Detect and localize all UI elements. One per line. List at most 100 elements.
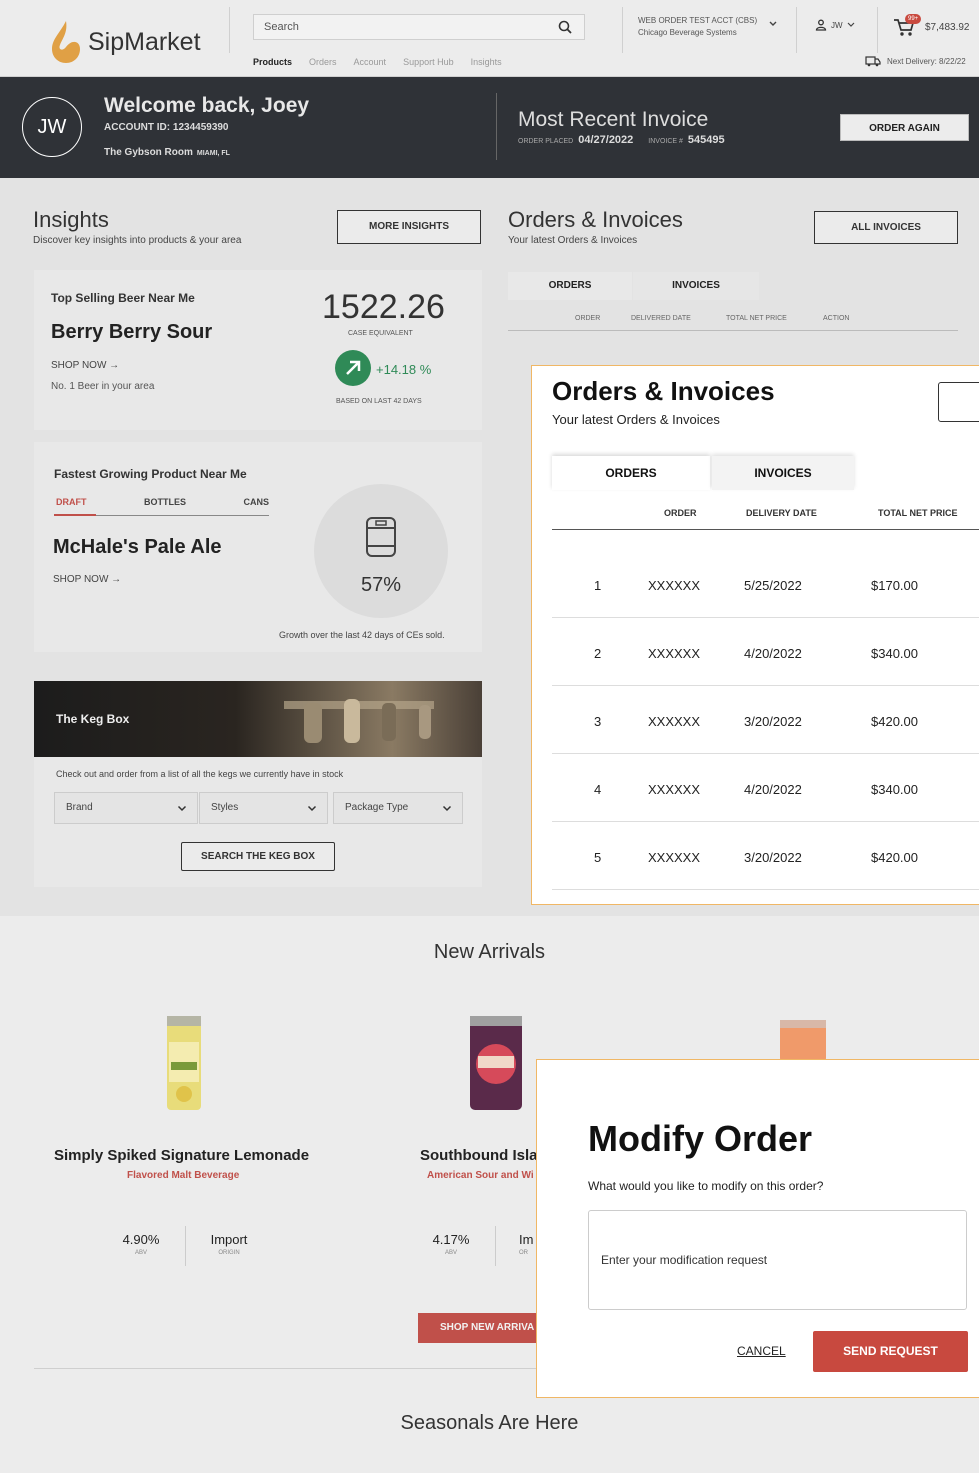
search-input[interactable]: Search [253,14,585,40]
order-id[interactable]: XXXXXX [648,646,700,661]
nav-insights[interactable]: Insights [471,57,502,67]
product-name[interactable]: Southbound Isla [420,1147,538,1164]
cart-button[interactable]: 99+ $7,483.92 [893,14,970,37]
city: MIAMI, FL [196,150,230,157]
dialog-question: What would you like to modify on this or… [588,1179,824,1193]
top-selling-title: Top Selling Beer Near Me [51,291,195,305]
col-delivery-date: DELIVERY DATE [746,508,817,518]
nav-products[interactable]: Products [253,57,292,67]
all-invoices-button[interactable] [938,382,979,422]
rank-text: No. 1 Beer in your area [51,381,155,392]
product-name[interactable]: Simply Spiked Signature Lemonade [54,1147,309,1164]
order-id[interactable]: XXXXXX [648,850,700,865]
tab-orders-bg[interactable]: ORDERS [508,272,632,300]
origin-stat: Import ORIGIN [198,1232,260,1256]
delivery-date: 4/20/2022 [744,782,802,797]
top-product-name[interactable]: Berry Berry Sour [51,321,212,344]
total-price: $340.00 [871,782,918,797]
fastest-growing-card: Fastest Growing Product Near Me DRAFT BO… [34,442,482,652]
divider [495,1226,496,1266]
styles-select[interactable]: Styles [199,792,328,824]
tab-bottles[interactable]: BOTTLES [144,497,186,507]
insights-subtitle: Discover key insights into products & yo… [33,235,242,246]
user-menu[interactable]: JW [815,19,855,31]
truck-icon [865,56,881,67]
chevron-down-icon[interactable] [768,20,778,28]
tab-invoices[interactable]: INVOICES [712,456,854,490]
orders-invoices-popup: Orders & Invoices Your latest Orders & I… [531,365,979,905]
styles-select-label: Styles [211,802,239,813]
chevron-down-icon [307,805,317,812]
order-id[interactable]: XXXXXX [648,714,700,729]
location: The Gybson Room MIAMI, FL [104,147,230,158]
keg-box-banner[interactable]: The Keg Box [34,681,482,757]
col-order: ORDER [664,508,697,518]
delivery-date: 3/20/2022 [744,850,802,865]
search-icon[interactable] [558,20,572,34]
row-number: 1 [594,578,602,593]
nav-orders[interactable]: Orders [309,57,337,67]
divider [877,7,878,53]
table-row[interactable]: 1 XXXXXX 5/25/2022 $170.00 [552,550,979,618]
all-invoices-button[interactable]: ALL INVOICES [814,211,958,244]
table-row[interactable]: 2 XXXXXX 4/20/2022 $340.00 [552,618,979,686]
fastest-product-name[interactable]: McHale's Pale Ale [53,536,222,559]
insights-title: Insights [33,207,109,232]
order-again-button[interactable]: ORDER AGAIN [840,114,969,141]
next-delivery[interactable]: Next Delivery: 8/22/22 [865,56,966,67]
shop-now-link[interactable]: SHOP NOW → [51,360,119,371]
account-id: ACCOUNT ID: 1234459390 [104,122,229,133]
invoice-number[interactable]: 545495 [688,134,725,146]
col-total-net-price: TOTAL NET PRICE [878,508,958,518]
abv-value: 4.17% [432,1232,470,1247]
tab-invoices-bg[interactable]: INVOICES [633,272,759,300]
orders-subtitle: Your latest Orders & Invoices [508,235,638,246]
tab-draft[interactable]: DRAFT [56,497,87,507]
row-number: 4 [594,782,602,797]
chevron-down-icon [847,22,854,27]
divider [552,529,979,530]
order-id[interactable]: XXXXXX [648,782,700,797]
shop-now-label: SHOP NOW [51,360,107,371]
col-total: TOTAL NET PRICE [726,315,787,322]
cancel-button[interactable]: CANCEL [737,1344,786,1358]
more-insights-button[interactable]: MORE INSIGHTS [337,210,481,244]
tab-cans[interactable]: CANS [243,497,269,507]
send-request-button[interactable]: SEND REQUEST [813,1331,968,1372]
delivery-date: 3/20/2022 [744,714,802,729]
growth-percent-value: 57% [360,574,402,596]
shop-now-label: SHOP NOW [53,574,109,585]
case-equivalent-value: 1522.26 [322,288,445,326]
search-keg-box-button[interactable]: SEARCH THE KEG BOX [181,842,335,871]
sipmarket-logo[interactable]: SipMarket [48,19,201,65]
account-company: Chicago Beverage Systems [638,28,737,37]
product-type: Flavored Malt Beverage [127,1170,240,1181]
shop-now-link[interactable]: SHOP NOW → [53,574,121,585]
delivery-date: 5/25/2022 [744,578,802,593]
row-number: 5 [594,850,602,865]
room-name: The Gybson Room [104,147,193,158]
tab-orders[interactable]: ORDERS [552,456,710,490]
modification-request-input[interactable]: Enter your modification request [588,1210,967,1310]
nav-support-hub[interactable]: Support Hub [403,57,454,67]
welcome-heading: Welcome back, Joey [104,94,310,117]
recent-invoice-title: Most Recent Invoice [518,108,709,131]
table-row[interactable]: 4 XXXXXX 4/20/2022 $340.00 [552,754,979,822]
keg-box-card: Check out and order from a list of all t… [34,757,482,887]
order-id[interactable]: XXXXXX [648,578,700,593]
table-row[interactable]: 5 XXXXXX 3/20/2022 $420.00 [552,822,979,890]
modify-order-dialog: Modify Order What would you like to modi… [536,1059,979,1398]
southbound-can-image[interactable] [468,1012,524,1114]
third-can-image[interactable] [778,1018,828,1063]
divider [508,330,958,331]
lemonade-can-image[interactable] [165,1012,203,1114]
invoice-label: INVOICE # [648,138,683,145]
row-number: 3 [594,714,602,729]
drop-logo-icon [52,21,80,63]
account-selector[interactable]: WEB ORDER TEST ACCT (CBS) Chicago Bevera… [638,15,757,39]
brand-select[interactable]: Brand [54,792,198,824]
nav-account[interactable]: Account [354,57,387,67]
table-row[interactable]: 3 XXXXXX 3/20/2022 $420.00 [552,686,979,754]
package-type-select[interactable]: Package Type [333,792,463,824]
top-bar: SipMarket Search WEB ORDER TEST ACCT (CB… [0,7,979,77]
